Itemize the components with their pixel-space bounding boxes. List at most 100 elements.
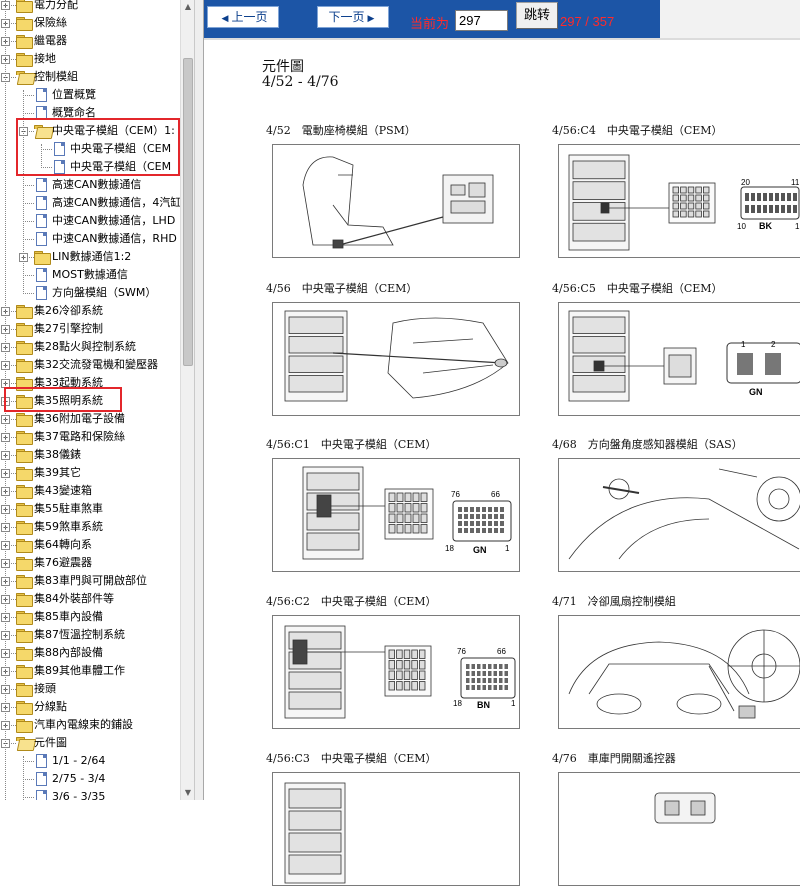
tree-item[interactable]: 位置概覽 [0, 86, 180, 104]
folder-icon [16, 701, 33, 715]
tree-item[interactable]: + LIN數據通信1:2 [0, 248, 180, 266]
tree-item[interactable]: + 集76避震器 [0, 554, 180, 572]
tree-item-label: 集83車門與可開啟部位 [34, 574, 147, 587]
tree-item[interactable]: − 控制模組 [0, 68, 180, 86]
tree-item[interactable]: + 集43變速箱 [0, 482, 180, 500]
folder-icon [16, 593, 33, 607]
scroll-up-arrow-icon[interactable]: ▲ [181, 0, 195, 14]
tree-item[interactable]: + 集84外裝部件等 [0, 590, 180, 608]
tree-connector [23, 203, 34, 204]
cem-location-illustration [272, 302, 520, 416]
tree-item[interactable]: + 集83車門與可開啟部位 [0, 572, 180, 590]
figure-caption: 4/56:C1 中央電子模組（CEM） [266, 438, 437, 451]
toolbar-blank [660, 0, 800, 38]
cem-connector-c2-illustration: 76 66 18 1 BN [272, 615, 520, 729]
tree-item-label: 1/1 - 2/64 [52, 754, 106, 767]
tree-item[interactable]: + 集38儀錶 [0, 446, 180, 464]
tree-item-label: 繼電器 [34, 34, 67, 47]
folder-icon [16, 35, 33, 49]
tree-item[interactable]: + 集55駐車煞車 [0, 500, 180, 518]
tree-item[interactable]: + 集39其它 [0, 464, 180, 482]
tree-item[interactable]: + 繼電器 [0, 32, 180, 50]
tree-item-label: 集39其它 [34, 466, 81, 479]
document-icon [36, 286, 47, 300]
tree-item[interactable]: + 集28點火與控制系統 [0, 338, 180, 356]
frame-divider[interactable] [194, 0, 204, 800]
tree-item[interactable]: + 電力分配 [0, 0, 180, 14]
tree-item[interactable]: + 集87恆溫控制系統 [0, 626, 180, 644]
folder-icon [16, 431, 33, 445]
tree-item[interactable]: + 集89其他車體工作 [0, 662, 180, 680]
tree-item[interactable]: 2/75 - 3/4 [0, 770, 180, 788]
document-icon [36, 88, 47, 102]
prev-page-label: 上一页 [231, 10, 268, 24]
tree-item[interactable]: 中速CAN數據通信，RHD [0, 230, 180, 248]
svg-text:18: 18 [445, 544, 454, 553]
tree-item[interactable]: 方向盤模組（SWM） [0, 284, 180, 302]
folder-icon [16, 305, 33, 319]
next-page-button[interactable]: 下一页 ▶ [317, 6, 389, 28]
tree-item[interactable]: MOST數據通信 [0, 266, 180, 284]
folder-open-icon [16, 71, 32, 83]
tree-item[interactable]: 中速CAN數據通信，LHD [0, 212, 180, 230]
tree-item[interactable]: + 集32交流發電機和變壓器 [0, 356, 180, 374]
highlight-box [4, 387, 122, 412]
tree-item[interactable]: + 集64轉向系 [0, 536, 180, 554]
triangle-right-icon: ▶ [367, 14, 375, 24]
prev-page-button[interactable]: ◀ 上一页 [207, 6, 279, 28]
tree-item[interactable]: + 接地 [0, 50, 180, 68]
document-icon [36, 790, 47, 800]
tree-item[interactable]: + 分線點 [0, 698, 180, 716]
tree-item-label: MOST數據通信 [52, 268, 128, 281]
tree-item-label: 集37電路和保險絲 [34, 430, 125, 443]
folder-icon [16, 485, 33, 499]
tree-item[interactable]: + 集36附加電子設備 [0, 410, 180, 428]
svg-text:1: 1 [795, 222, 800, 231]
tree-item[interactable]: + 接頭 [0, 680, 180, 698]
scrollbar-thumb[interactable] [183, 58, 193, 366]
svg-text:76: 76 [451, 490, 460, 499]
folder-icon [16, 521, 33, 535]
tree-item[interactable]: + 集88內部設備 [0, 644, 180, 662]
tree-item[interactable]: + 集59煞車系統 [0, 518, 180, 536]
tree-scrollbar[interactable]: ▲ ▼ [180, 0, 195, 800]
tree-item[interactable]: + 汽車內電線束的鋪設 [0, 716, 180, 734]
tree-item-label: 3/6 - 3/35 [52, 790, 106, 800]
tree-item[interactable]: 高速CAN數據通信 [0, 176, 180, 194]
folder-icon [16, 449, 33, 463]
svg-text:76: 76 [457, 647, 466, 656]
page-toolbar: ◀ 上一页 下一页 ▶ 当前为 297 跳转 297 / 357 [204, 0, 660, 38]
tree-connector [23, 761, 34, 762]
svg-text:2: 2 [771, 340, 776, 349]
figure-caption: 4/76 車庫門開關遙控器 [552, 752, 676, 765]
tree-item[interactable]: + 集27引擎控制 [0, 320, 180, 338]
tree-item[interactable]: + 保險絲 [0, 14, 180, 32]
tree-item[interactable]: − 元件圖 [0, 734, 180, 752]
tree-connector [23, 221, 34, 222]
page-count: 297 / 357 [560, 14, 615, 29]
scroll-down-arrow-icon[interactable]: ▼ [181, 786, 195, 800]
tree-item[interactable]: + 集26冷卻系統 [0, 302, 180, 320]
folder-icon [16, 17, 33, 31]
jump-button[interactable]: 跳转 [516, 2, 558, 29]
psm-seat-illustration [272, 144, 520, 258]
tree-item[interactable]: 高速CAN數據通信，4汽缸 [0, 194, 180, 212]
figure-caption: 4/56:C2 中央電子模組（CEM） [266, 595, 437, 608]
cem-connector-c4-illustration: 20 11 10 1 BK [558, 144, 800, 258]
tree-item[interactable]: + 集85車內設備 [0, 608, 180, 626]
tree-item[interactable]: + 集37電路和保險絲 [0, 428, 180, 446]
svg-text:18: 18 [453, 699, 462, 708]
document-icon [36, 772, 47, 786]
tree-item-label: 集85車內設備 [34, 610, 103, 623]
tree-connector [23, 239, 34, 240]
svg-text:1: 1 [511, 699, 516, 708]
tree-item-label: 保險絲 [34, 16, 67, 29]
folder-icon [16, 557, 33, 571]
tree-item-label: 集26冷卻系統 [34, 304, 103, 317]
folder-icon [16, 0, 33, 13]
tree-item[interactable]: 3/6 - 3/35 [0, 788, 180, 800]
tree-item[interactable]: 1/1 - 2/64 [0, 752, 180, 770]
svg-text:10: 10 [737, 222, 746, 231]
page-number-input[interactable]: 297 [455, 10, 508, 31]
tree-connector [23, 779, 34, 780]
